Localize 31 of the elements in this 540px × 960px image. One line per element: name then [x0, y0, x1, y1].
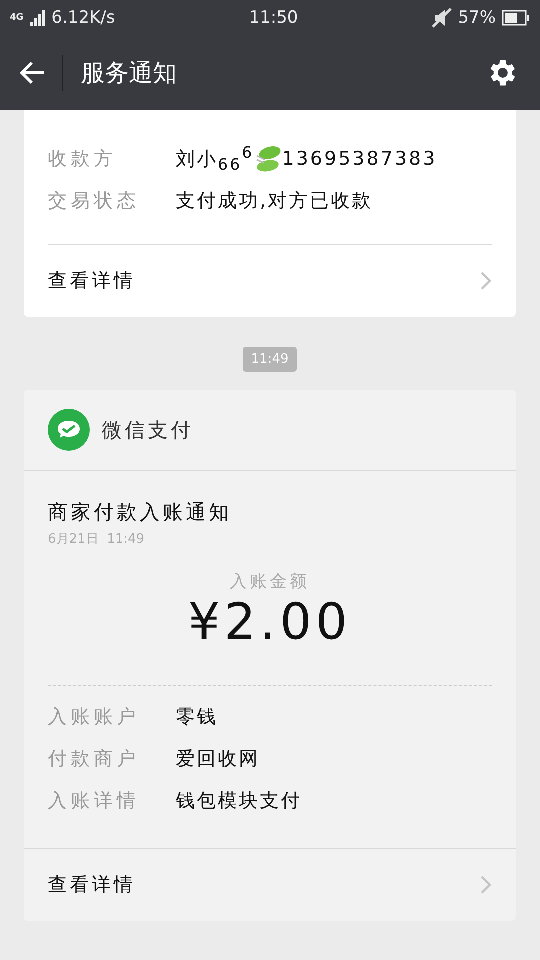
page-title: 服务通知 [62, 55, 470, 91]
amount: ¥2.00 [188, 593, 352, 651]
source-name: 微信支付 [102, 416, 194, 444]
field-label: 交易状态 [48, 189, 141, 214]
message-timestamp: 11:49 [243, 347, 297, 372]
field-value: 钱包模块支付 [176, 789, 302, 814]
field-label: 付款商户 [48, 747, 141, 772]
field-label: 入账账户 [48, 705, 141, 730]
view-details-link[interactable]: 查看详情 [24, 245, 516, 317]
field-value: 爱回收网 [176, 747, 260, 772]
view-details-link[interactable]: 查看详情 [24, 849, 516, 921]
field-label: 入账详情 [48, 789, 141, 814]
muted-speaker-icon [432, 8, 452, 28]
back-arrow-icon[interactable] [20, 61, 46, 85]
amount-label: 入账金额 [230, 571, 310, 593]
field-value: 零钱 [176, 705, 218, 730]
notification-title: 商家付款入账通知 [48, 499, 233, 526]
chevron-right-icon [480, 875, 492, 895]
wechat-pay-logo-icon [48, 409, 90, 451]
signal-icon [30, 10, 46, 26]
notification-date: 6月21日 11:49 [48, 531, 146, 548]
battery-icon [502, 10, 530, 26]
field-value: 支付成功,对方已收款 [176, 189, 374, 214]
leaf-icon [254, 144, 282, 174]
chevron-right-icon [480, 271, 492, 291]
network-type: 4G [10, 13, 24, 23]
phone-number: 13695387383 [282, 148, 438, 170]
clock: 11:50 [249, 8, 298, 28]
battery-percent: 57% [458, 8, 496, 28]
field-label: 收款方 [48, 147, 118, 172]
network-speed: 6.12K/s [52, 8, 116, 28]
